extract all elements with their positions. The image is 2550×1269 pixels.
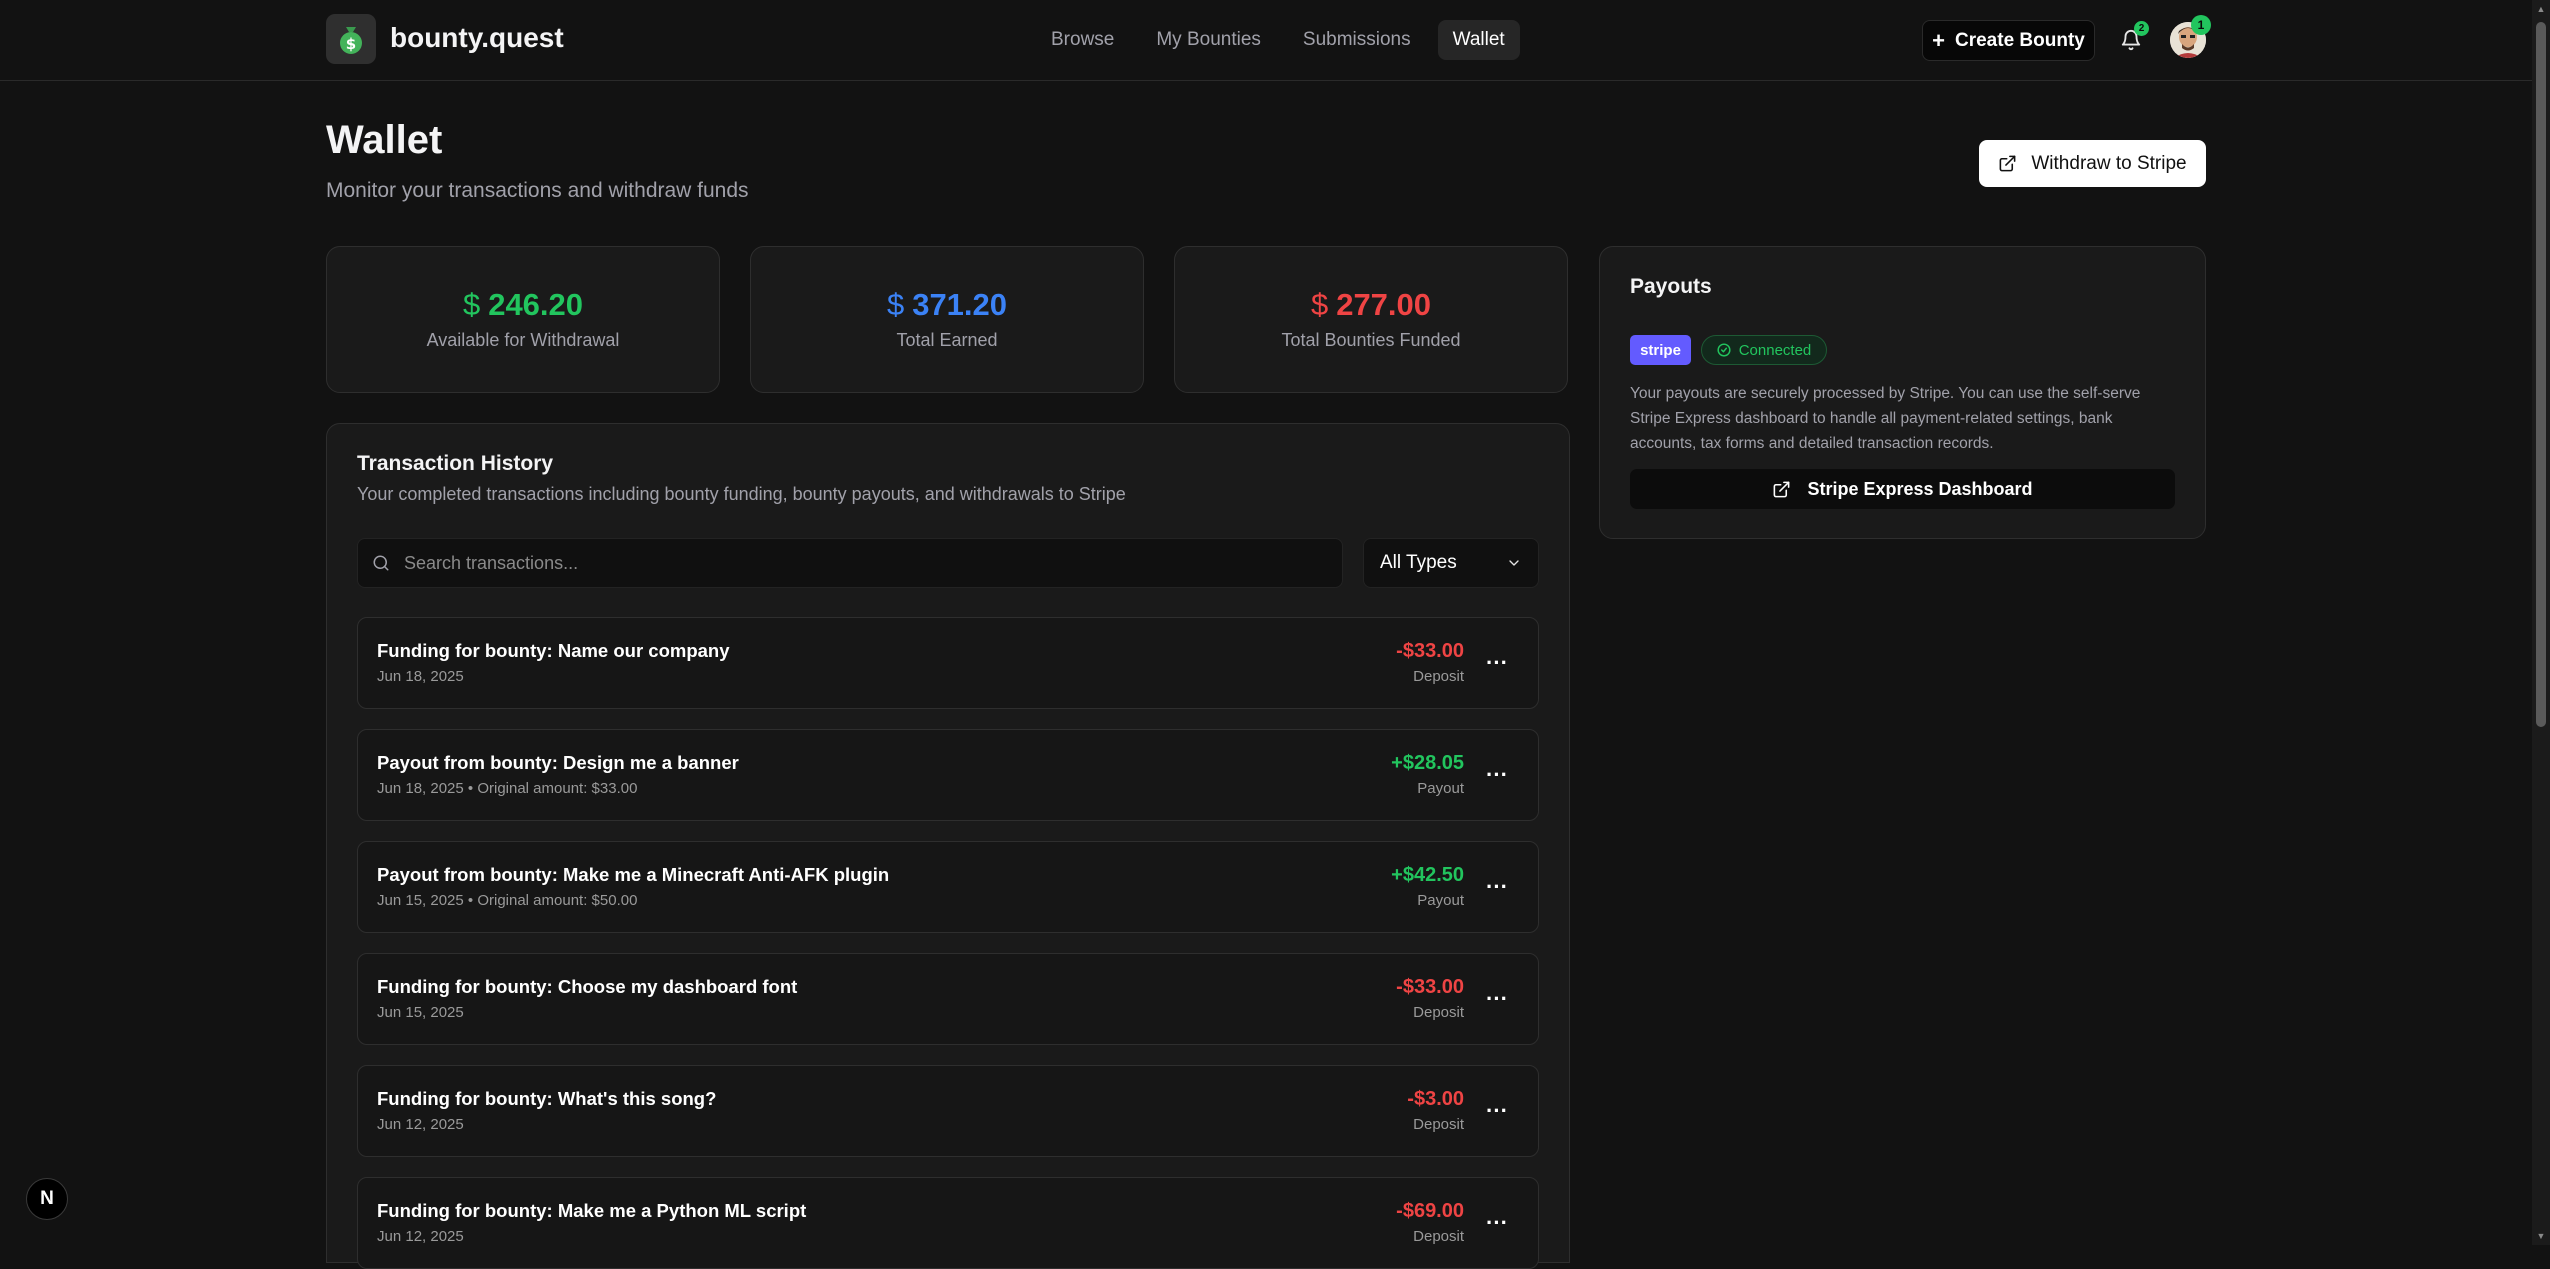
search-icon bbox=[373, 555, 389, 571]
search-input[interactable] bbox=[404, 552, 1304, 574]
payouts-card: Payouts stripe Connected Your payouts ar… bbox=[1599, 246, 2206, 539]
more-options-icon[interactable]: ··· bbox=[1482, 760, 1512, 790]
more-options-icon[interactable]: ··· bbox=[1482, 648, 1512, 678]
withdraw-label: Withdraw to Stripe bbox=[2031, 152, 2187, 174]
transaction-history-card: Transaction History Your completed trans… bbox=[326, 423, 1570, 1269]
create-bounty-label: Create Bounty bbox=[1955, 29, 2085, 51]
stat-label: Total Earned bbox=[896, 330, 998, 350]
stat-amount: $ 277.00 bbox=[1175, 287, 1567, 323]
nextjs-dev-badge[interactable]: N bbox=[26, 1178, 68, 1220]
page-subtitle: Monitor your transactions and withdraw f… bbox=[326, 179, 749, 202]
transaction-type: Deposit bbox=[1413, 668, 1464, 685]
scroll-down-arrow-icon[interactable]: ▼ bbox=[2536, 1231, 2546, 1241]
type-filter-select[interactable]: All Types bbox=[1363, 538, 1539, 588]
svg-text:$: $ bbox=[346, 35, 356, 53]
transaction-history-title: Transaction History bbox=[357, 452, 554, 475]
type-filter-value: All Types bbox=[1380, 552, 1457, 573]
connected-label: Connected bbox=[1738, 341, 1812, 359]
nav-my-bounties[interactable]: My Bounties bbox=[1141, 20, 1276, 60]
funded-amount: 277.00 bbox=[1336, 287, 1432, 322]
transaction-amount: -$3.00 bbox=[1407, 1088, 1464, 1110]
available-amount: 246.20 bbox=[488, 287, 584, 322]
dollar-icon: $ bbox=[886, 287, 905, 322]
transaction-type: Deposit bbox=[1413, 1228, 1464, 1245]
stat-label: Total Bounties Funded bbox=[1281, 330, 1461, 350]
transaction-type: Deposit bbox=[1413, 1004, 1464, 1021]
transaction-row[interactable]: Funding for bounty: Make me a Python ML … bbox=[357, 1177, 1539, 1269]
main-nav: Browse My Bounties Submissions Wallet bbox=[1036, 20, 1520, 60]
transaction-meta: Jun 12, 2025 bbox=[377, 1116, 464, 1133]
transaction-title: Funding for bounty: What's this song? bbox=[377, 1088, 717, 1109]
page-title: Wallet bbox=[326, 118, 443, 162]
more-options-icon[interactable]: ··· bbox=[1482, 984, 1512, 1014]
transaction-amount: -$69.00 bbox=[1396, 1200, 1464, 1222]
stripe-express-dashboard-button[interactable]: Stripe Express Dashboard bbox=[1630, 469, 2175, 509]
transaction-meta: Jun 15, 2025 bbox=[377, 1004, 464, 1021]
top-navbar: $ bounty.quest Browse My Bounties Submis… bbox=[0, 0, 2532, 81]
external-link-icon bbox=[1774, 481, 1790, 497]
nav-wallet[interactable]: Wallet bbox=[1437, 20, 1520, 60]
transaction-type: Deposit bbox=[1413, 1116, 1464, 1133]
transaction-title: Funding for bounty: Make me a Python ML … bbox=[377, 1200, 807, 1221]
transaction-meta: Jun 15, 2025 • Original amount: $50.00 bbox=[377, 892, 638, 909]
transaction-title: Payout from bounty: Make me a Minecraft … bbox=[377, 864, 890, 885]
transaction-amount: +$28.05 bbox=[1391, 752, 1464, 774]
connected-status-badge: Connected bbox=[1701, 335, 1827, 365]
dollar-icon: $ bbox=[1310, 287, 1329, 322]
transaction-meta: Jun 18, 2025 • Original amount: $33.00 bbox=[377, 780, 638, 797]
transaction-history-subtitle: Your completed transactions including bo… bbox=[357, 484, 1126, 504]
more-options-icon[interactable]: ··· bbox=[1482, 1096, 1512, 1126]
transaction-type: Payout bbox=[1417, 892, 1464, 909]
stat-card-available: $ 246.20 Available for Withdrawal bbox=[326, 246, 720, 393]
transaction-title: Payout from bounty: Design me a banner bbox=[377, 752, 739, 773]
more-options-icon[interactable]: ··· bbox=[1482, 1208, 1512, 1238]
search-box bbox=[357, 538, 1343, 588]
avatar-badge: 1 bbox=[2191, 15, 2211, 35]
nav-browse[interactable]: Browse bbox=[1036, 20, 1129, 60]
notification-count-badge: 2 bbox=[2134, 21, 2149, 36]
transaction-meta: Jun 18, 2025 bbox=[377, 668, 464, 685]
transaction-type: Payout bbox=[1417, 780, 1464, 797]
transaction-amount: -$33.00 bbox=[1396, 640, 1464, 662]
stripe-badge: stripe bbox=[1630, 335, 1691, 365]
transaction-row[interactable]: Payout from bounty: Make me a Minecraft … bbox=[357, 841, 1539, 933]
dollar-icon: $ bbox=[462, 287, 481, 322]
transaction-row[interactable]: Payout from bounty: Design me a banner J… bbox=[357, 729, 1539, 821]
plus-icon: + bbox=[1932, 27, 1945, 53]
chevron-down-icon bbox=[1509, 560, 1519, 566]
stat-card-earned: $ 371.20 Total Earned bbox=[750, 246, 1144, 393]
nav-submissions[interactable]: Submissions bbox=[1288, 20, 1426, 60]
more-options-icon[interactable]: ··· bbox=[1482, 872, 1512, 902]
external-link-icon bbox=[1999, 155, 2016, 172]
stat-label: Available for Withdrawal bbox=[426, 330, 620, 350]
transaction-meta: Jun 12, 2025 bbox=[377, 1228, 464, 1245]
stat-card-funded: $ 277.00 Total Bounties Funded bbox=[1174, 246, 1568, 393]
transaction-row[interactable]: Funding for bounty: Choose my dashboard … bbox=[357, 953, 1539, 1045]
transaction-row[interactable]: Funding for bounty: Name our company Jun… bbox=[357, 617, 1539, 709]
earned-amount: 371.20 bbox=[912, 287, 1008, 322]
transaction-amount: +$42.50 bbox=[1391, 864, 1464, 886]
stat-amount: $ 371.20 bbox=[751, 287, 1143, 323]
money-bag-logo-icon[interactable]: $ bbox=[326, 14, 376, 64]
withdraw-to-stripe-button[interactable]: Withdraw to Stripe bbox=[1979, 140, 2206, 187]
payouts-title: Payouts bbox=[1630, 275, 1712, 298]
transaction-row[interactable]: Funding for bounty: What's this song? Ju… bbox=[357, 1065, 1539, 1157]
create-bounty-button[interactable]: + Create Bounty bbox=[1922, 20, 2095, 61]
check-circle-icon bbox=[1717, 343, 1731, 357]
stat-amount: $ 246.20 bbox=[327, 287, 719, 323]
brand-name[interactable]: bounty.quest bbox=[390, 22, 564, 54]
stripe-dashboard-label: Stripe Express Dashboard bbox=[1807, 478, 2033, 499]
payouts-description: Your payouts are securely processed by S… bbox=[1630, 385, 2141, 452]
scroll-up-arrow-icon[interactable]: ▲ bbox=[2536, 4, 2546, 14]
transaction-title: Funding for bounty: Name our company bbox=[377, 640, 730, 661]
transaction-title: Funding for bounty: Choose my dashboard … bbox=[377, 976, 798, 997]
transaction-amount: -$33.00 bbox=[1396, 976, 1464, 998]
scrollbar-thumb[interactable] bbox=[2536, 22, 2546, 727]
